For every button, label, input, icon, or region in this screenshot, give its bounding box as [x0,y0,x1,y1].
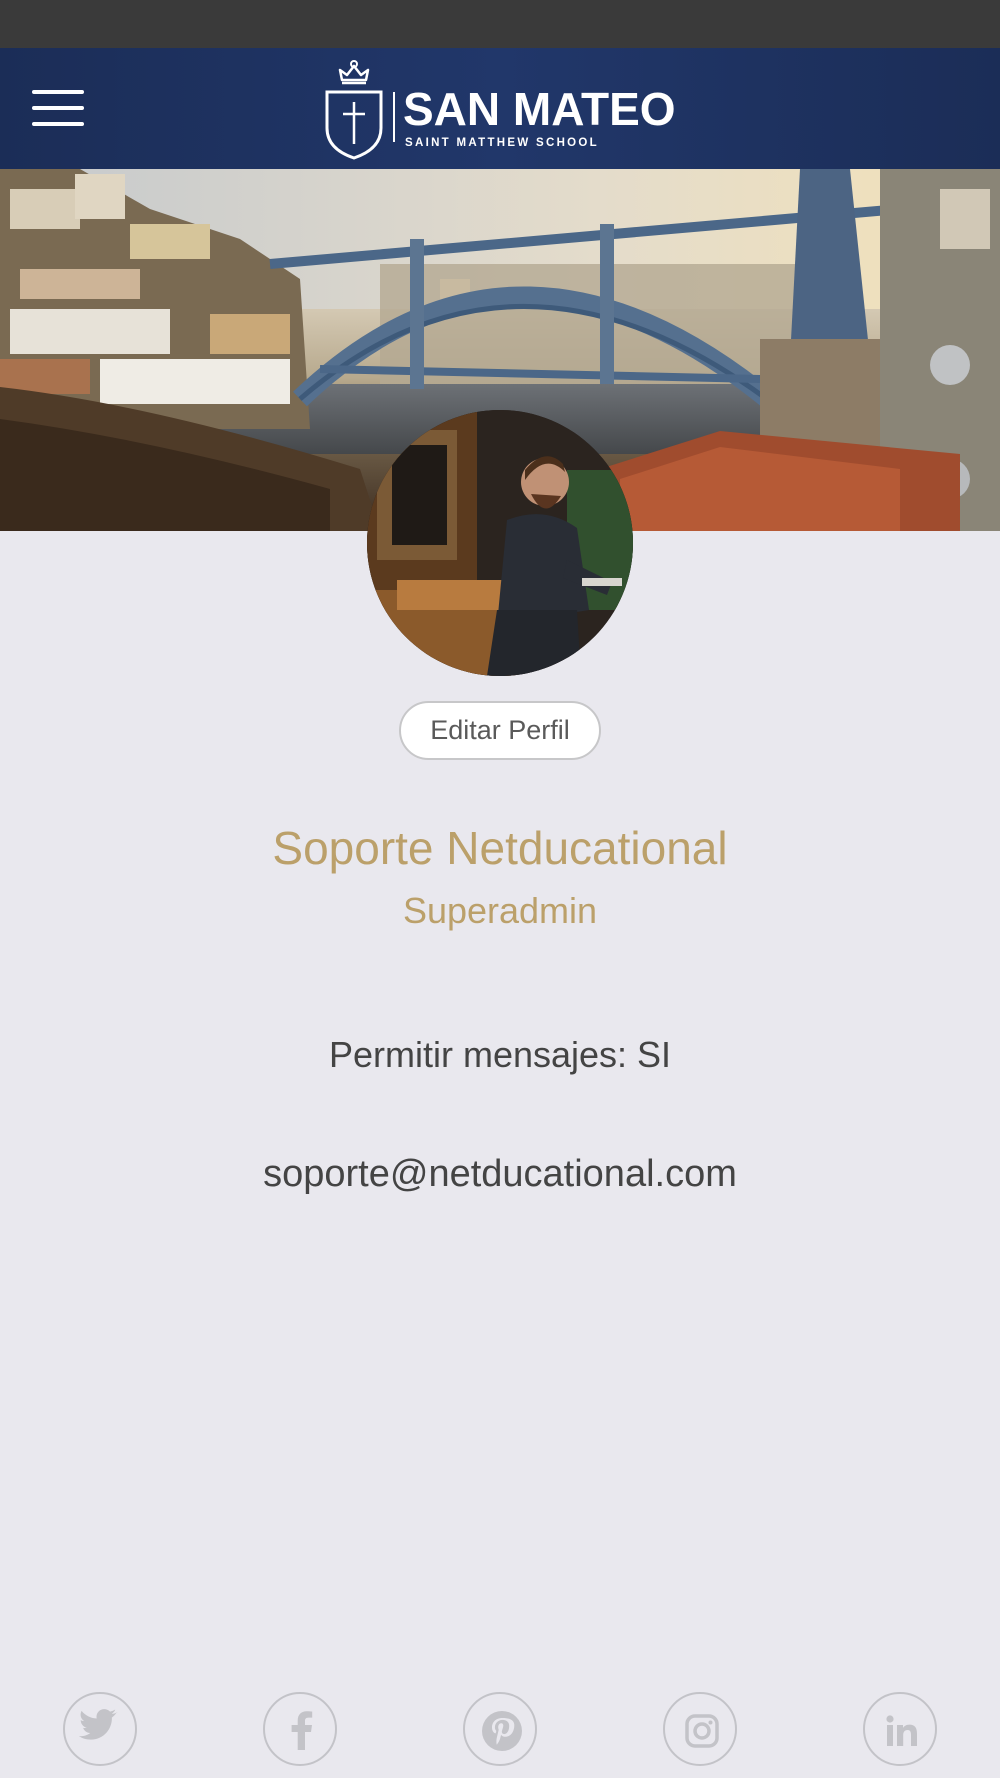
logo-subtitle: SAINT MATTHEW SCHOOL [405,137,599,149]
profile-email: soporte@netducational.com [263,1153,737,1195]
allow-messages-status: Permitir mensajes: SI [328,1034,672,1075]
instagram-icon[interactable] [663,1692,737,1766]
facebook-icon[interactable] [263,1692,337,1766]
status-bar [0,0,1000,48]
app-header: SAN MATEO SAINT MATTHEW SCHOOL [0,48,1000,169]
linkedin-icon[interactable] [863,1692,937,1766]
pinterest-icon[interactable] [463,1692,537,1766]
hamburger-menu-icon[interactable] [30,88,86,128]
profile-role: Superadmin [402,890,598,931]
twitter-icon[interactable] [63,1692,137,1766]
menu-line [32,106,84,110]
profile-name: Soporte Netducational [272,822,728,874]
crowned-shield-cross-icon [325,60,383,160]
social-footer [0,1692,1000,1766]
school-logo[interactable]: SAN MATEO SAINT MATTHEW SCHOOL [323,58,683,162]
avatar[interactable] [367,410,633,676]
menu-line [32,90,84,94]
logo-title: SAN MATEO [403,83,676,135]
edit-profile-button[interactable]: Editar Perfil [399,701,601,760]
logo-divider [393,92,395,142]
menu-line [32,122,84,126]
